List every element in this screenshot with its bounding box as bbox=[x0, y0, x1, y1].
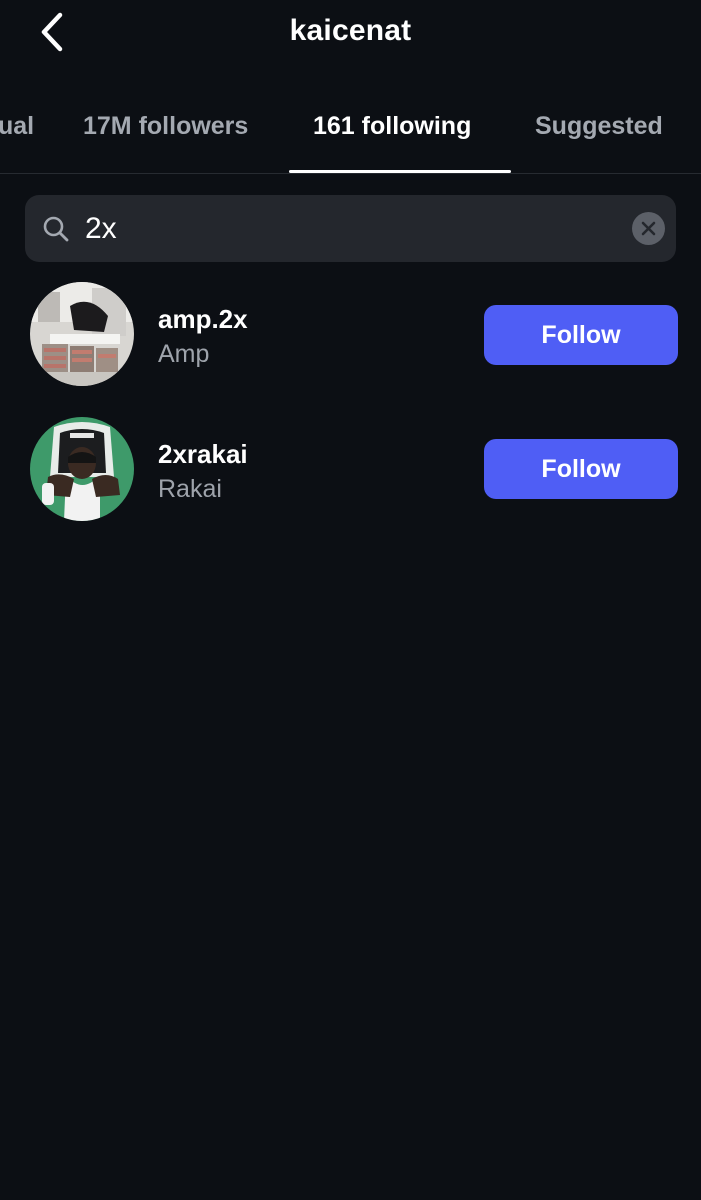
list-item[interactable]: amp.2x Amp Follow bbox=[0, 274, 701, 394]
clear-icon bbox=[641, 221, 656, 236]
tab-followers[interactable]: 17M followers bbox=[83, 102, 248, 173]
avatar[interactable] bbox=[30, 417, 134, 521]
app-window: kaicenat ual 17M followers 161 following… bbox=[0, 0, 701, 1200]
list-item[interactable]: 2xrakai Rakai Follow bbox=[0, 409, 701, 529]
display-name: Rakai bbox=[158, 475, 222, 503]
tab-mutual[interactable]: ual bbox=[0, 102, 34, 173]
tab-suggested[interactable]: Suggested bbox=[535, 102, 663, 173]
search-icon bbox=[43, 216, 69, 242]
avatar-image bbox=[30, 417, 134, 521]
tab-bar: ual 17M followers 161 following Suggeste… bbox=[0, 80, 701, 174]
username[interactable]: 2xrakai bbox=[158, 439, 248, 470]
display-name: Amp bbox=[158, 340, 210, 368]
header: kaicenat bbox=[0, 0, 701, 80]
follow-button[interactable]: Follow bbox=[484, 439, 678, 499]
clear-search-button[interactable] bbox=[632, 212, 665, 245]
search-bar bbox=[25, 195, 676, 262]
avatar-image bbox=[30, 282, 134, 386]
tab-following[interactable]: 161 following bbox=[313, 102, 471, 173]
active-tab-indicator bbox=[289, 170, 511, 173]
search-input[interactable] bbox=[85, 205, 625, 252]
avatar[interactable] bbox=[30, 282, 134, 386]
page-title: kaicenat bbox=[289, 14, 412, 47]
follow-button[interactable]: Follow bbox=[484, 305, 678, 365]
username[interactable]: amp.2x bbox=[158, 304, 248, 335]
